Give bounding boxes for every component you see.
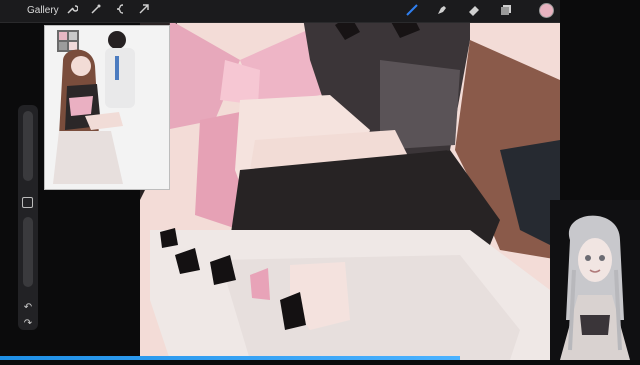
modify-button-icon[interactable] (22, 197, 33, 208)
color-swatch[interactable] (539, 3, 554, 18)
webcam-overlay (550, 200, 640, 360)
undo-icon[interactable]: ↶ (20, 301, 36, 315)
smudge-icon[interactable] (434, 3, 450, 19)
opacity-slider[interactable] (23, 217, 33, 287)
redo-icon[interactable]: ↷ (20, 317, 36, 331)
gallery-button[interactable]: Gallery (27, 5, 59, 16)
reference-window[interactable] (44, 25, 170, 190)
brush-icon[interactable] (404, 3, 420, 19)
brush-size-slider[interactable] (23, 111, 33, 181)
transform-arrow-icon[interactable] (136, 3, 152, 19)
eraser-icon[interactable] (466, 3, 482, 19)
bottom-progress-bar (0, 356, 460, 360)
wrench-icon[interactable] (64, 3, 80, 19)
magic-wand-icon[interactable] (88, 3, 104, 19)
reference-image (45, 26, 169, 189)
progress-fill (0, 356, 460, 360)
top-toolbar: Gallery (0, 0, 560, 23)
selection-icon[interactable] (112, 3, 128, 19)
left-sidebar: ↶ ↷ (18, 105, 38, 330)
layers-icon[interactable] (498, 3, 514, 19)
streamer-avatar (550, 200, 640, 360)
